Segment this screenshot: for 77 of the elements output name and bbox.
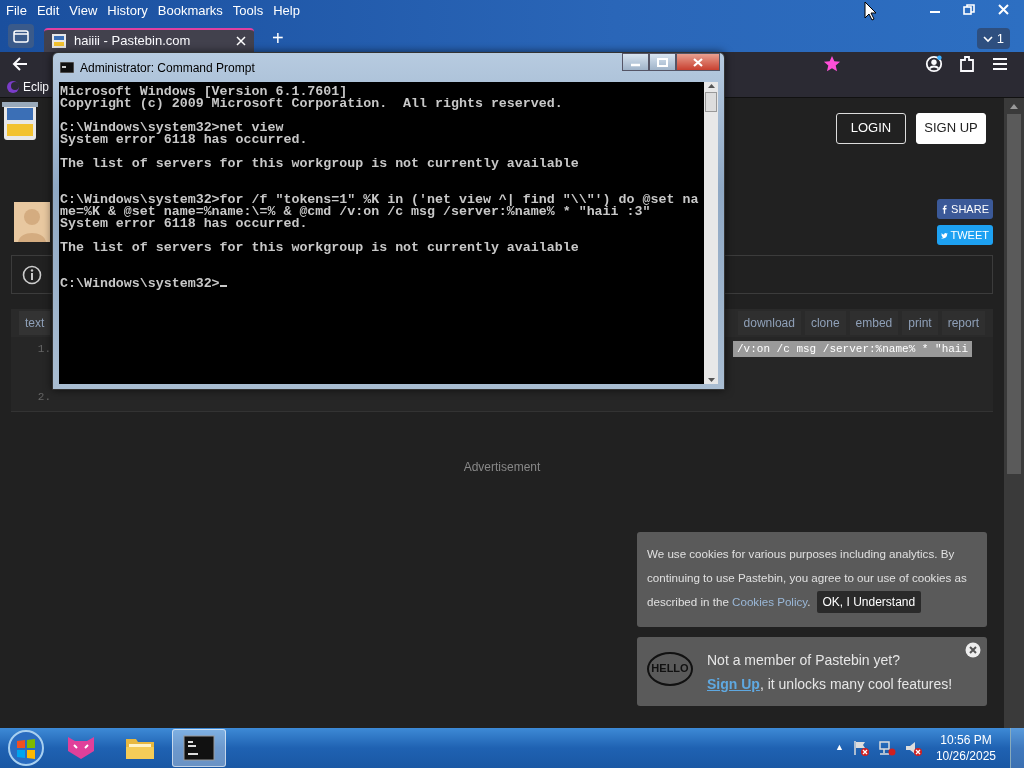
minimize-button[interactable] (622, 53, 649, 71)
menu-item[interactable]: Help (267, 0, 304, 20)
console-line: System error 6118 has occurred. (60, 134, 309, 146)
mouse-pointer-icon (864, 1, 877, 21)
close-icon[interactable] (236, 36, 246, 46)
tab-count-button[interactable]: 1 (977, 27, 1010, 49)
scroll-up-icon[interactable] (706, 82, 716, 90)
menu-item[interactable]: Tools (226, 0, 268, 20)
browser-tab[interactable]: haiiii - Pastebin.com (44, 28, 254, 52)
accept-button[interactable]: OK, I Understand (816, 591, 922, 613)
console-line: The list of servers for this workgroup is not currently available (60, 158, 580, 170)
maximize-button[interactable] (649, 53, 676, 71)
taskbar-app[interactable] (172, 729, 226, 767)
restore-icon[interactable] (963, 3, 975, 15)
info-icon (22, 264, 42, 285)
console-line: C:\Windows\system32>for /f "tokens=1" %K in ('net view ^| find "\\"') do @set na (60, 194, 700, 206)
close-icon[interactable] (997, 3, 1009, 15)
account-icon[interactable] (925, 55, 943, 73)
signup-button[interactable]: SIGN UP (916, 112, 986, 144)
menu-icon[interactable] (992, 57, 1008, 71)
tab-title: haiiii - Pastebin.com (74, 32, 191, 51)
share-button[interactable]: SHARE (937, 199, 993, 219)
menu-item[interactable]: Bookmarks (151, 0, 227, 20)
menu-item[interactable]: View (63, 0, 102, 20)
toolbar-link[interactable]: embed (849, 311, 899, 335)
extensions-icon[interactable] (959, 55, 975, 73)
new-tab-button[interactable]: + (268, 27, 288, 49)
line-number: 2. (36, 389, 51, 405)
line-number: 1. (36, 341, 51, 357)
console-line: System error 6118 has occurred. (60, 218, 308, 230)
toolbar-link[interactable]: clone (804, 311, 846, 335)
console-line: C:\Windows\system32>net view (60, 122, 284, 134)
syntax-tag: text (19, 311, 51, 335)
console-line: me=%K & @set name=%name:\=% & @cmd /v:on /c msg /server:%name% * "haii :3" (60, 206, 651, 218)
scroll-up-icon[interactable] (1009, 102, 1019, 110)
hello-bubble-icon: HELLO (647, 651, 693, 686)
window-title: Administrator: Command Prompt (80, 59, 255, 77)
speaker-muted-icon[interactable] (903, 739, 922, 757)
moon-icon (6, 79, 20, 94)
toolbar-link[interactable]: report (941, 311, 985, 335)
favicon-icon (52, 34, 66, 48)
cookie-text: described in the Cookies Policy. (647, 594, 811, 610)
console-line: Copyright (c) 2009 Microsoft Corporation. All rights reserved. (60, 98, 564, 110)
tab-count: 1 (995, 30, 1004, 46)
toolbar-link[interactable]: download (737, 311, 801, 335)
menu-item[interactable]: File (0, 0, 31, 20)
tab-list-button[interactable] (8, 24, 34, 48)
chevron-down-icon (983, 35, 994, 43)
clock-time[interactable]: 10:56 PM (935, 732, 996, 748)
console-icon (60, 62, 74, 73)
scroll-down-icon[interactable] (706, 376, 716, 384)
menu-item[interactable]: History (101, 0, 152, 20)
show-hidden-icons-button[interactable]: ▲ (835, 741, 844, 755)
console-line: C:\Windows\system32> (60, 278, 704, 290)
signup-title: Not a member of Pastebin yet? (707, 650, 901, 670)
advertisement-label: Advertisement (462, 459, 542, 476)
start-button[interactable] (6, 728, 46, 768)
back-icon[interactable] (12, 57, 28, 71)
network-icon[interactable] (877, 739, 896, 757)
toolbar-link[interactable]: print (902, 311, 938, 335)
logo-icon[interactable] (2, 102, 38, 142)
console-line: The list of servers for this workgroup is not currently available (60, 242, 580, 254)
bookmark-item[interactable]: Eclip (23, 77, 49, 96)
console-line: Microsoft Windows [Version 6.1.7601] (60, 86, 348, 98)
signup-text: Sign Up, it unlocks many cool features! (707, 674, 953, 694)
clock-date[interactable]: 10/26/2025 (935, 748, 996, 764)
menu-item[interactable]: Edit (30, 0, 64, 20)
close-icon[interactable] (965, 642, 981, 658)
avatar-icon (14, 202, 50, 242)
close-button[interactable] (676, 53, 720, 71)
star-icon[interactable] (823, 55, 841, 73)
login-button[interactable]: LOGIN (836, 112, 906, 144)
scrollbar[interactable] (1004, 98, 1024, 728)
scrollbar[interactable] (704, 82, 718, 384)
tab-list-icon[interactable] (13, 28, 29, 44)
flag-icon[interactable] (851, 739, 870, 757)
scrollbar-thumb[interactable] (705, 92, 717, 112)
